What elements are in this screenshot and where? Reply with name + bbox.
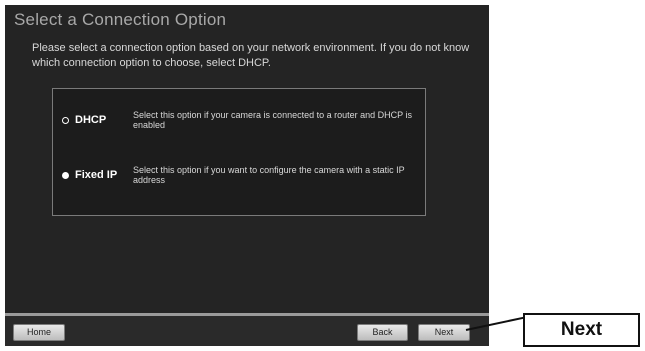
dhcp-radio[interactable] xyxy=(62,117,69,124)
wizard-window: Select a Connection Option Please select… xyxy=(5,5,489,346)
footer-bar xyxy=(5,316,489,346)
fixed-ip-radio[interactable] xyxy=(62,172,69,179)
fixed-ip-description: Select this option if you want to config… xyxy=(133,165,405,185)
option-dhcp[interactable]: DHCP Select this option if your camera i… xyxy=(62,110,433,130)
dhcp-description: Select this option if your camera is con… xyxy=(133,110,412,130)
connection-options-panel: DHCP Select this option if your camera i… xyxy=(52,88,426,216)
next-button[interactable]: Next xyxy=(418,324,470,341)
fixed-ip-label[interactable]: Fixed IP xyxy=(75,169,133,181)
next-callout-label: Next xyxy=(523,313,640,347)
page-title: Select a Connection Option xyxy=(14,10,227,29)
dhcp-label[interactable]: DHCP xyxy=(75,114,133,126)
intro-text: Please select a connection option based … xyxy=(32,42,470,69)
home-button[interactable]: Home xyxy=(13,324,65,341)
back-button[interactable]: Back xyxy=(357,324,408,341)
option-fixed-ip[interactable]: Fixed IP Select this option if you want … xyxy=(62,165,433,185)
